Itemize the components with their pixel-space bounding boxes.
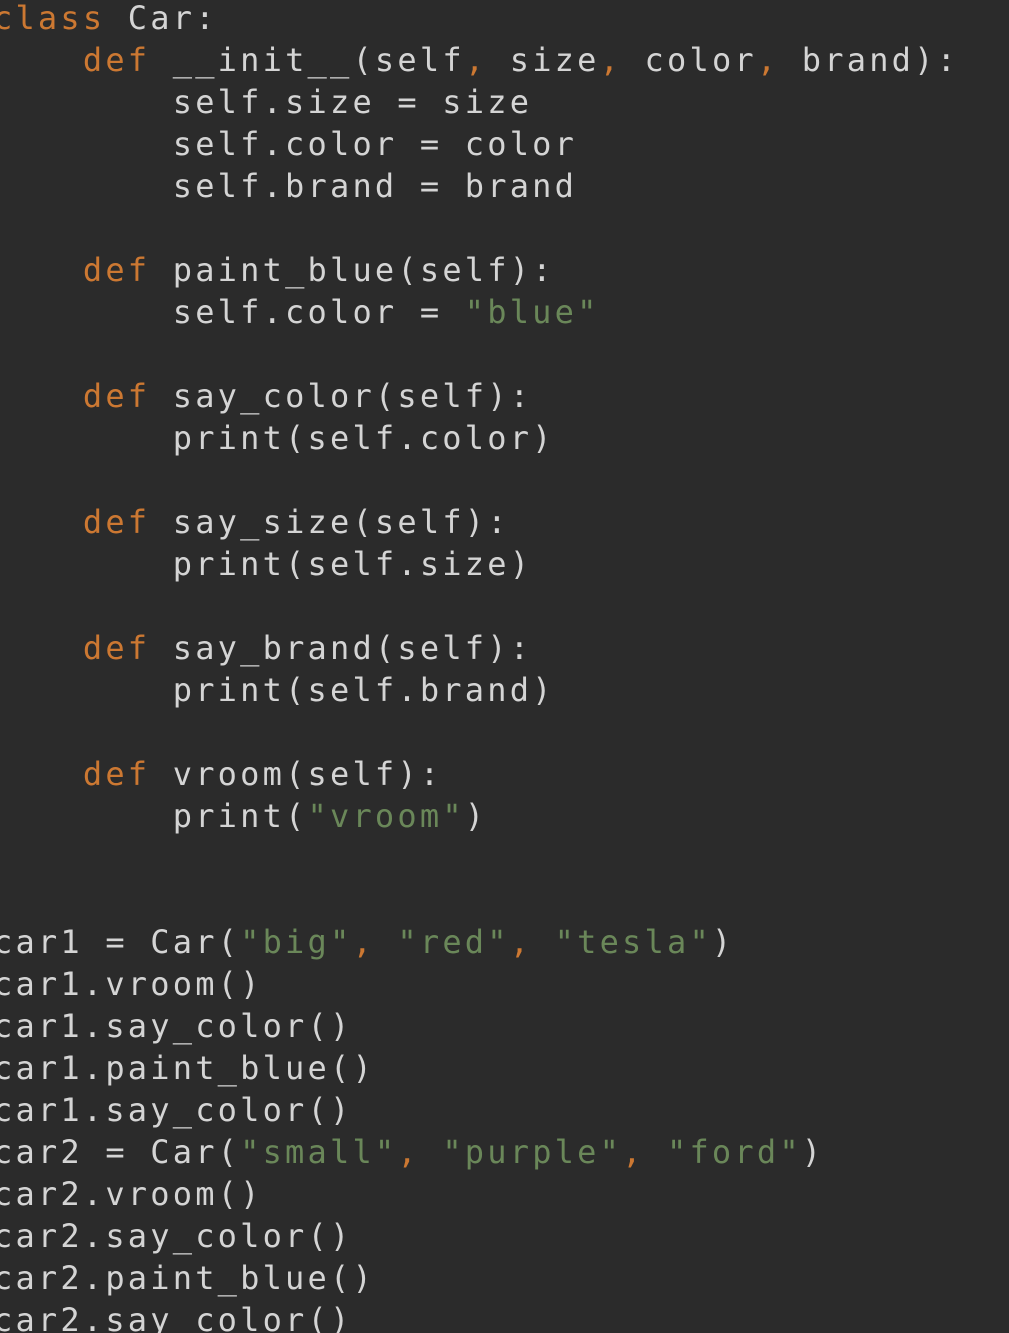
code-text: print(: [0, 797, 308, 835]
code-string: "tesla": [554, 923, 712, 961]
code-text: car1.say_color(): [0, 1091, 353, 1129]
code-text: color: [622, 41, 757, 79]
code-text: car2.paint_blue(): [0, 1259, 375, 1297]
code-line: def __init__(self, size, color, brand):: [0, 39, 959, 81]
code-text: print(self.size): [0, 545, 533, 583]
code-line: def say_color(self):: [0, 375, 532, 417]
code-keyword: def: [82, 503, 151, 541]
code-line: def paint_blue(self):: [0, 249, 555, 291]
code-line: def say_size(self):: [0, 501, 510, 543]
code-line: car2 = Car("small", "purple", "ford"): [0, 1131, 824, 1173]
code-text: vroom(self):: [150, 755, 443, 793]
code-text: car2.say_color(): [0, 1301, 353, 1333]
code-text: paint_blue(self):: [150, 251, 555, 289]
code-string: "big": [240, 923, 353, 961]
code-text: car2 = Car(: [0, 1133, 241, 1171]
code-line: self.brand = brand: [0, 165, 577, 207]
code-text: Car:: [105, 0, 218, 37]
code-keyword: def: [82, 377, 151, 415]
code-keyword: def: [82, 629, 151, 667]
code-line: def vroom(self):: [0, 753, 442, 795]
code-punctuation: ,: [464, 41, 488, 79]
code-text: car1.say_color(): [0, 1007, 353, 1045]
code-text: say_color(self):: [150, 377, 533, 415]
code-text: print(self.brand): [0, 671, 555, 709]
code-text: car1.vroom(): [0, 965, 263, 1003]
code-punctuation: ,: [397, 1133, 420, 1171]
code-line: car2.vroom(): [0, 1173, 263, 1215]
code-text: self.color = color: [0, 125, 578, 163]
code-text: self.size = size: [0, 83, 533, 121]
code-line: self.size = size: [0, 81, 532, 123]
code-line: car1.paint_blue(): [0, 1047, 375, 1089]
code-keyword: def: [82, 41, 151, 79]
code-line: print(self.size): [0, 543, 532, 585]
code-string: "blue": [464, 293, 600, 331]
code-text: say_size(self):: [150, 503, 510, 541]
code-punctuation: ,: [352, 923, 375, 961]
code-line: self.color = color: [0, 123, 577, 165]
code-text: self.brand = brand: [0, 167, 578, 205]
code-keyword: class: [0, 0, 106, 37]
code-string: "purple": [442, 1133, 623, 1171]
code-line: car2.say_color(): [0, 1299, 352, 1333]
code-line: car1 = Car("big", "red", "tesla"): [0, 921, 734, 963]
code-text: brand):: [779, 41, 960, 79]
code-text: self.color =: [0, 293, 465, 331]
code-string: "ford": [667, 1133, 802, 1171]
code-line: print(self.color): [0, 417, 555, 459]
code-text: car2.say_color(): [0, 1217, 353, 1255]
code-text: say_brand(self):: [150, 629, 533, 667]
code-text: ): [711, 923, 735, 961]
code-line: print(self.brand): [0, 669, 555, 711]
code-text: car1.paint_blue(): [0, 1049, 375, 1087]
code-line: car1.say_color(): [0, 1005, 352, 1047]
code-punctuation: ,: [509, 923, 533, 961]
code-line: car2.say_color(): [0, 1215, 352, 1257]
code-text: car2.vroom(): [0, 1175, 263, 1213]
code-text: ): [801, 1133, 825, 1171]
code-line: print("vroom"): [0, 795, 487, 837]
code-keyword: def: [82, 251, 151, 289]
code-punctuation: ,: [599, 41, 623, 79]
code-text: ): [464, 797, 488, 835]
code-line: car1.vroom(): [0, 963, 263, 1005]
code-string: "vroom": [307, 797, 465, 835]
code-string: "small": [240, 1133, 398, 1171]
code-line: def say_brand(self):: [0, 627, 532, 669]
code-text: print(self.color): [0, 419, 555, 457]
code-line: class Car:: [0, 0, 218, 39]
code-editor[interactable]: class Car: def __init__(self, size, colo…: [0, 0, 1009, 1333]
code-text: car1 = Car(: [0, 923, 241, 961]
code-keyword: def: [82, 755, 151, 793]
code-punctuation: ,: [622, 1133, 645, 1171]
code-punctuation: ,: [756, 41, 780, 79]
code-text: __init__(self: [150, 41, 465, 79]
code-string: "red": [397, 923, 510, 961]
code-line: car1.say_color(): [0, 1089, 352, 1131]
code-line: self.color = "blue": [0, 291, 600, 333]
code-text: size: [487, 41, 600, 79]
code-line: car2.paint_blue(): [0, 1257, 375, 1299]
